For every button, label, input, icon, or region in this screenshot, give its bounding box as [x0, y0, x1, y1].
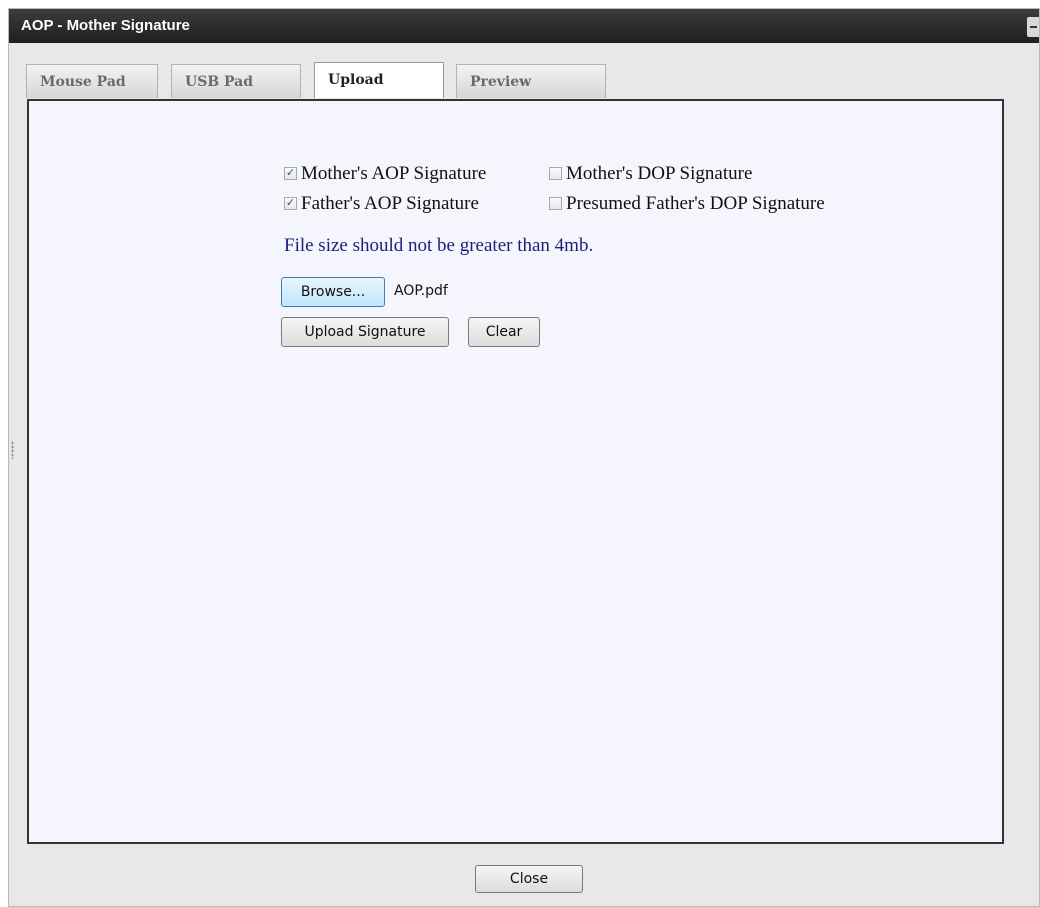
tab-upload[interactable]: Upload [314, 62, 444, 98]
minimize-icon[interactable] [1027, 17, 1039, 37]
father-aop-label: Father's AOP Signature [301, 193, 479, 214]
close-button[interactable]: Close [475, 865, 583, 893]
mother-dop-label: Mother's DOP Signature [566, 163, 753, 184]
tab-mouse-pad[interactable]: Mouse Pad [26, 64, 158, 98]
tab-strip: Mouse Pad USB Pad Upload Preview [26, 62, 1026, 100]
presumed-father-dop-checkbox[interactable] [549, 197, 562, 210]
presumed-father-dop-label: Presumed Father's DOP Signature [566, 193, 825, 214]
upload-panel: ✓ Mother's AOP Signature Mother's DOP Si… [27, 99, 1004, 844]
father-aop-checkbox[interactable]: ✓ [284, 197, 297, 210]
tab-label: USB Pad [185, 74, 254, 90]
resize-grip-icon[interactable] [11, 441, 14, 459]
tab-usb-pad[interactable]: USB Pad [171, 64, 301, 98]
tab-label: Upload [328, 72, 384, 88]
signature-dialog: AOP - Mother Signature Mouse Pad USB Pad… [8, 8, 1040, 907]
title-bar[interactable]: AOP - Mother Signature [9, 9, 1039, 43]
mother-aop-checkbox[interactable]: ✓ [284, 167, 297, 180]
tab-label: Mouse Pad [40, 74, 126, 90]
file-size-note: File size should not be greater than 4mb… [284, 235, 594, 256]
mother-dop-checkbox[interactable] [549, 167, 562, 180]
selected-filename: AOP.pdf [394, 283, 448, 299]
tab-label: Preview [470, 74, 532, 90]
clear-button[interactable]: Clear [468, 317, 540, 347]
tab-preview[interactable]: Preview [456, 64, 606, 98]
mother-aop-label: Mother's AOP Signature [301, 163, 487, 184]
upload-signature-button[interactable]: Upload Signature [281, 317, 449, 347]
browse-button[interactable]: Browse... [281, 277, 385, 307]
window-title: AOP - Mother Signature [21, 17, 190, 34]
